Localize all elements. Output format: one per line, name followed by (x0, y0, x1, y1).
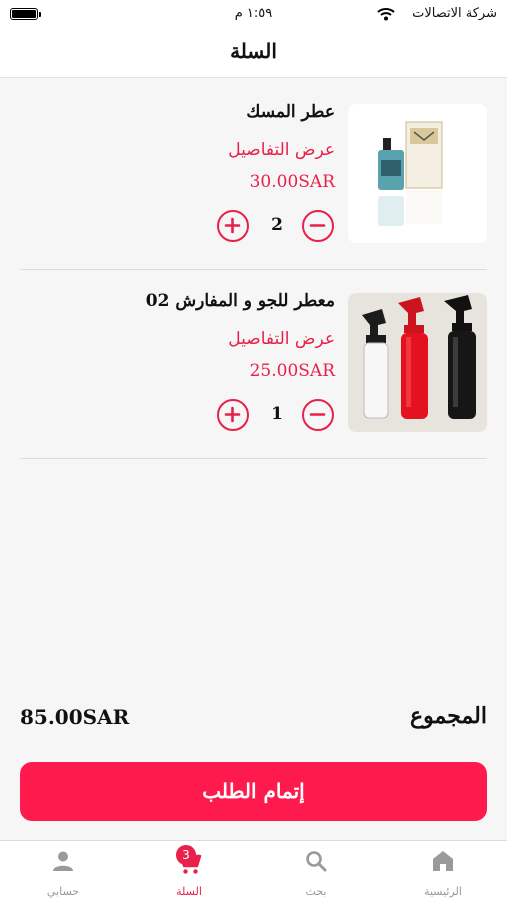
page-title: السلة (230, 39, 277, 63)
product-image-spray[interactable] (348, 293, 487, 432)
product-name[interactable]: عطر المسك (246, 102, 335, 122)
increase-quantity-button[interactable] (217, 399, 249, 431)
view-details-link[interactable]: عرض التفاصيل (228, 329, 335, 349)
view-details-link[interactable]: عرض التفاصيل (228, 140, 335, 160)
account-icon (51, 849, 75, 876)
order-total: 85.00SAR المجموع (20, 700, 487, 740)
product-name[interactable]: معطر للجو و المفارش 02 (146, 291, 335, 311)
cart-item: عطر المسك عرض التفاصيل 30.00SAR 2 (20, 80, 487, 270)
tab-label: الرئيسية (424, 885, 462, 898)
quantity-value: 1 (271, 404, 283, 424)
wifi-icon (377, 7, 395, 25)
cart-item: معطر للجو و المفارش 02 عرض التفاصيل 25.0… (20, 269, 487, 459)
cart-count-badge: 3 (176, 845, 196, 865)
status-bar: ١:٥٩ م شركة الاتصالات (0, 0, 507, 28)
decrease-quantity-button[interactable] (302, 210, 334, 242)
increase-quantity-button[interactable] (217, 210, 249, 242)
tab-bar: حسابي 3 السلة بحث الرئيسية (0, 840, 507, 900)
tab-label: بحث (305, 885, 327, 898)
product-price: 30.00SAR (249, 172, 335, 192)
search-icon (304, 849, 328, 876)
product-price: 25.00SAR (249, 361, 335, 381)
nav-header: السلة (0, 28, 507, 78)
tab-cart[interactable]: 3 السلة (126, 841, 252, 900)
total-amount: 85.00SAR (20, 705, 130, 729)
tab-label: حسابي (46, 885, 80, 898)
tab-account[interactable]: حسابي (0, 841, 126, 900)
home-icon (430, 849, 456, 876)
checkout-button[interactable]: إتمام الطلب (20, 762, 487, 821)
decrease-quantity-button[interactable] (302, 399, 334, 431)
tab-search[interactable]: بحث (253, 841, 379, 900)
product-image-perfume[interactable] (348, 104, 487, 243)
carrier-name: شركة الاتصالات (412, 6, 497, 21)
tab-label: السلة (176, 885, 202, 898)
quantity-value: 2 (271, 215, 283, 235)
total-label: المجموع (410, 703, 487, 729)
tab-home[interactable]: الرئيسية (380, 841, 506, 900)
